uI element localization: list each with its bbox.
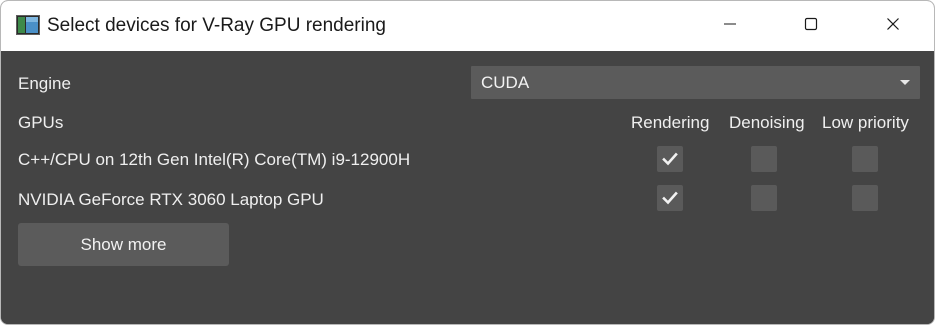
maximize-icon bbox=[804, 17, 818, 36]
chevron-down-icon bbox=[900, 80, 910, 85]
maximize-button[interactable] bbox=[782, 1, 840, 51]
close-icon bbox=[886, 17, 900, 36]
device-0-denoising-checkbox[interactable] bbox=[751, 146, 777, 172]
device-0-low-priority-checkbox[interactable] bbox=[852, 146, 878, 172]
device-1-low-priority-checkbox[interactable] bbox=[852, 185, 878, 211]
device-0-rendering-checkbox[interactable] bbox=[657, 146, 683, 172]
device-name: C++/CPU on 12th Gen Intel(R) Core(TM) i9… bbox=[18, 150, 411, 169]
title-bar[interactable]: Select devices for V-Ray GPU rendering bbox=[1, 1, 934, 51]
column-header-denoising: Denoising bbox=[729, 113, 805, 132]
checkmark-icon bbox=[662, 152, 678, 166]
engine-selected-value: CUDA bbox=[481, 73, 530, 92]
engine-dropdown[interactable]: CUDA bbox=[471, 66, 920, 99]
close-button[interactable] bbox=[864, 1, 922, 51]
show-more-button[interactable]: Show more bbox=[18, 223, 229, 266]
device-1-rendering-checkbox[interactable] bbox=[657, 185, 683, 211]
column-header-rendering: Rendering bbox=[631, 113, 710, 132]
device-1-denoising-checkbox[interactable] bbox=[751, 185, 777, 211]
app-icon bbox=[16, 15, 40, 35]
window-title: Select devices for V-Ray GPU rendering bbox=[47, 15, 386, 36]
checkmark-icon bbox=[662, 191, 678, 205]
minimize-icon bbox=[723, 17, 737, 36]
column-header-low-priority: Low priority bbox=[822, 113, 909, 132]
minimize-button[interactable] bbox=[701, 1, 759, 51]
dialog-content: Engine CUDA GPUs Rendering Denoising Low… bbox=[1, 51, 934, 324]
dialog-window: Select devices for V-Ray GPU rendering E… bbox=[0, 0, 935, 325]
engine-label: Engine bbox=[18, 74, 71, 93]
gpus-label: GPUs bbox=[18, 113, 64, 132]
device-name: NVIDIA GeForce RTX 3060 Laptop GPU bbox=[18, 190, 324, 209]
